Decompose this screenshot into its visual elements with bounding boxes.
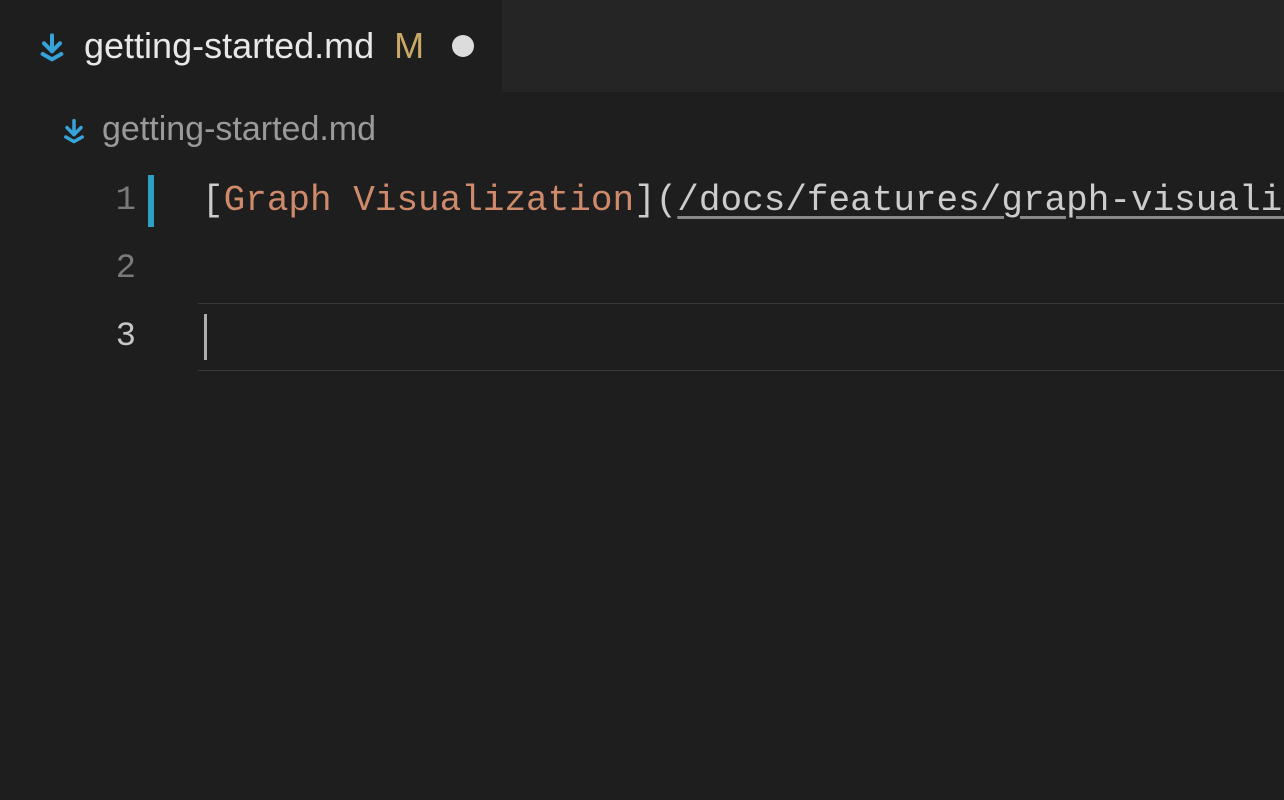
line-number: 1 [0, 167, 152, 235]
markdown-link-url: /docs/features/graph-visualiza [677, 167, 1284, 235]
code-content[interactable]: [Graph Visualization](/docs/features/gra… [152, 167, 1284, 235]
markdown-link-text: Graph Visualization [224, 167, 634, 235]
markdown-bracket: [ [202, 167, 224, 235]
editor-line[interactable]: 2 [0, 235, 1284, 303]
markdown-file-icon [60, 116, 88, 144]
tab-bar: getting-started.md M [0, 0, 1284, 92]
breadcrumb-filename: getting-started.md [102, 110, 376, 149]
tab-dirty-dot-icon[interactable] [452, 35, 474, 57]
text-cursor [204, 314, 207, 360]
markdown-file-icon [36, 30, 68, 62]
line-number: 3 [0, 303, 152, 371]
breadcrumb[interactable]: getting-started.md [0, 92, 1284, 167]
git-gutter-marker [148, 175, 154, 227]
editor-line[interactable]: 3 [0, 303, 1284, 371]
editor-tab[interactable]: getting-started.md M [0, 0, 502, 92]
tab-modified-indicator: M [394, 25, 424, 67]
markdown-bracket: ]( [634, 167, 677, 235]
tab-filename: getting-started.md [84, 25, 374, 67]
code-content[interactable] [152, 314, 207, 360]
code-editor[interactable]: 1 [Graph Visualization](/docs/features/g… [0, 167, 1284, 371]
line-number: 2 [0, 235, 152, 303]
editor-line[interactable]: 1 [Graph Visualization](/docs/features/g… [0, 167, 1284, 235]
